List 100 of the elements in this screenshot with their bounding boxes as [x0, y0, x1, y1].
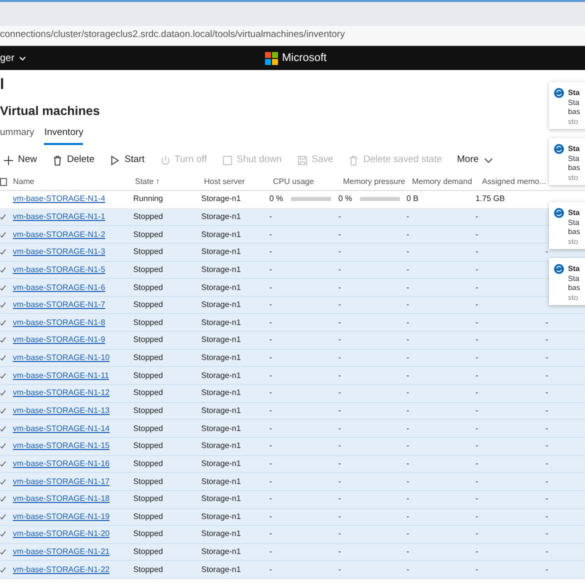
table-cell: Storage-n1 — [201, 353, 241, 362]
table-cell: - — [338, 546, 342, 558]
table-cell: - — [546, 512, 548, 521]
table-cell: - — [406, 424, 410, 433]
table-cell: - — [406, 282, 410, 292]
table-cell: 0 B — [406, 194, 418, 204]
table-cell: Storage-n1 — [201, 300, 241, 310]
table-cell: - — [338, 458, 342, 470]
table-cell: - — [269, 528, 272, 540]
table-cell: - — [406, 353, 410, 362]
table-cell: - — [269, 405, 272, 417]
table-cell: Stopped — [133, 494, 163, 504]
table-cell: - — [476, 458, 478, 468]
table-cell: - — [406, 247, 410, 256]
table-cell: - — [546, 335, 548, 344]
table-cell: Stopped — [133, 370, 163, 380]
table-cell: - — [546, 441, 548, 450]
table-cell: - — [338, 370, 342, 382]
table-cell: Stopped — [133, 547, 163, 556]
table-cell: Storage-n1 — [201, 230, 241, 239]
table-cell: Storage-n1 — [201, 212, 241, 221]
table-cell: - — [406, 476, 410, 486]
table-cell: Stopped — [133, 512, 163, 521]
table-cell: Storage-n1 — [201, 564, 241, 574]
table-cell: - — [338, 528, 342, 540]
table-cell: Storage-n1 — [201, 335, 241, 344]
table-cell: - — [338, 422, 342, 435]
table-cell: - — [269, 440, 272, 452]
table-cell: - — [406, 547, 410, 556]
table-cell: - — [406, 300, 410, 310]
table-cell: - — [338, 440, 342, 452]
table-cell: Storage-n1 — [201, 194, 241, 204]
table-cell: - — [476, 424, 478, 433]
table-cell: Storage-n1 — [201, 424, 241, 433]
table-cell: - — [476, 335, 478, 344]
table-cell: - — [476, 441, 478, 450]
table-cell: Storage-n1 — [201, 406, 241, 415]
table-cell: - — [476, 370, 478, 380]
table-cell: - — [269, 564, 272, 576]
table-cell: - — [406, 529, 410, 538]
table-cell: Stopped — [133, 264, 163, 274]
table-cell: - — [406, 458, 410, 468]
table-cell: - — [476, 300, 478, 310]
table-cell: - — [476, 388, 478, 398]
table-cell: - — [338, 510, 342, 523]
table-cell: Storage-n1 — [201, 458, 241, 468]
table-cell: - — [338, 264, 342, 276]
table-cell: - — [476, 406, 478, 415]
table-cell: Storage-n1 — [201, 494, 241, 504]
table-cell: Stopped — [133, 388, 163, 398]
table-cell: - — [476, 230, 478, 239]
table-cell: - — [338, 299, 342, 312]
table-cell: - — [338, 564, 342, 576]
table-cell: Stopped — [133, 564, 163, 574]
table-cell: Stopped — [133, 424, 163, 433]
table-cell: - — [269, 387, 272, 400]
table-cell: 0 % — [338, 193, 352, 206]
brand-text: Microsoft — [282, 50, 327, 66]
table-cell: - — [269, 334, 272, 346]
table-cell: - — [406, 212, 410, 221]
table-cell: - — [406, 318, 410, 327]
table-cell: - — [546, 564, 548, 574]
table-cell: 0 % — [269, 193, 284, 206]
table-cell: - — [476, 547, 478, 556]
table-cell: - — [269, 246, 272, 258]
table-cell: Running — [133, 194, 163, 204]
table-cell: - — [269, 510, 272, 523]
table-cell: Storage-n1 — [201, 529, 241, 538]
table-cell: Storage-n1 — [201, 388, 241, 398]
table-cell: - — [546, 318, 548, 327]
table-cell: - — [338, 405, 342, 417]
table-cell: - — [546, 458, 548, 468]
table-cell: - — [476, 353, 478, 362]
table-cell: - — [269, 546, 272, 558]
table-cell: - — [269, 422, 272, 435]
table-cell: - — [546, 547, 548, 556]
table-cell: Stopped — [133, 353, 163, 362]
table-cell: - — [476, 529, 478, 538]
table-cell: - — [338, 334, 342, 346]
table-cell: - — [269, 458, 272, 470]
table-cell: - — [338, 493, 342, 506]
table-cell: - — [406, 370, 410, 380]
table-cell: Storage-n1 — [201, 318, 241, 327]
table-cell: Storage-n1 — [201, 547, 241, 556]
table-cell: - — [269, 264, 272, 276]
table-cell: - — [406, 494, 410, 504]
table-cell: Stopped — [133, 318, 163, 327]
table-cell: - — [546, 388, 548, 398]
table-cell: - — [476, 264, 478, 274]
table-cell: Stopped — [133, 212, 163, 221]
table-cell: Stopped — [133, 441, 163, 450]
table-cell: - — [269, 476, 272, 488]
table-cell: - — [546, 406, 548, 415]
table-cell: - — [406, 264, 410, 274]
table-cell: - — [546, 370, 548, 380]
table-cell: - — [338, 476, 342, 488]
table-cell: Stopped — [133, 476, 163, 486]
table-cell: 1.75 GB — [476, 194, 505, 204]
table-cell: - — [406, 335, 410, 344]
table-cell: - — [546, 529, 548, 538]
